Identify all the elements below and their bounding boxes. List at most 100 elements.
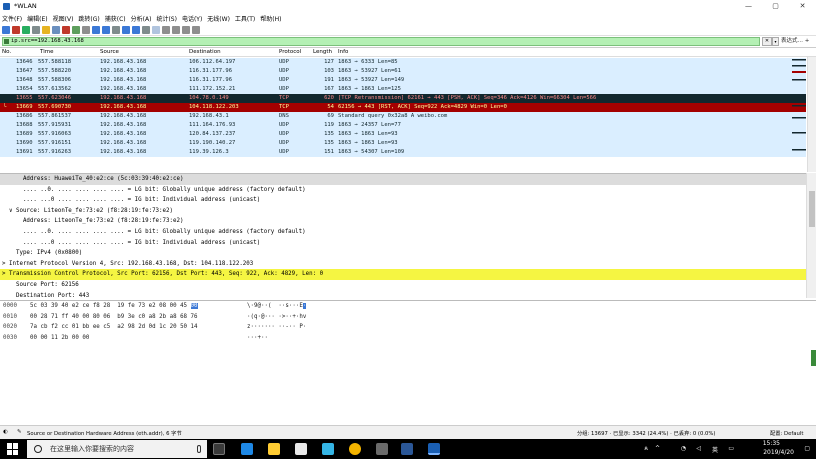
detail-tree-item[interactable]: Type: IPv4 (0x0800) (0, 248, 806, 259)
menu-go[interactable]: 跳转(G) (78, 14, 99, 23)
side-tab[interactable] (811, 350, 816, 366)
media-app-icon[interactable] (376, 443, 388, 455)
people-icon[interactable]: ጰ (644, 445, 648, 453)
word-icon[interactable] (401, 443, 413, 455)
hex-bytes[interactable]: 00 00 11 2b 00 00 (30, 333, 89, 344)
find-packet-icon[interactable] (82, 25, 90, 34)
file-explorer-icon[interactable] (268, 443, 280, 455)
menu-tools[interactable]: 工具(T) (235, 14, 255, 23)
column-header-no[interactable]: No. (2, 49, 11, 55)
keyboard-icon[interactable]: ▭ (728, 445, 734, 452)
packet-row[interactable]: 13688 557.915931 192.168.43.168 111.164.176… (0, 121, 806, 130)
filter-history-dropdown[interactable]: ▾ (772, 37, 779, 46)
column-header-time[interactable]: Time (40, 49, 53, 55)
resize-columns-icon[interactable] (192, 25, 200, 34)
details-scrollbar[interactable] (806, 173, 816, 298)
start-capture-icon[interactable] (2, 25, 10, 34)
notifications-icon[interactable]: ▢ (804, 445, 810, 452)
detail-tree-item[interactable]: Source Port: 62156 (0, 280, 806, 291)
network-icon[interactable]: ◔ (681, 445, 686, 452)
hex-bytes[interactable]: 7a cb f2 cc 01 bb ee c5 a2 98 2d 0d 1c 2… (30, 322, 198, 333)
zoom-in-icon[interactable] (162, 25, 170, 34)
hex-ascii[interactable]: ···+·· (247, 333, 268, 344)
volume-icon[interactable]: ◁ (696, 445, 701, 452)
hex-ascii[interactable]: \·9@··( ··s···E· (247, 301, 307, 312)
hex-bytes[interactable]: 00 28 71 ff 40 00 80 06 b9 3e c0 a8 2b a… (30, 312, 198, 323)
maximize-button[interactable]: ▢ (762, 0, 789, 12)
start-button[interactable] (7, 443, 19, 455)
detail-tree-item[interactable]: > Transmission Control Protocol, Src Por… (0, 269, 806, 280)
column-header-protocol[interactable]: Protocol (279, 49, 301, 55)
detail-tree-item[interactable]: .... ...0 .... .... .... .... = IG bit: … (0, 195, 806, 206)
packet-row[interactable]: 13655 557.623046 192.168.43.168 104.78.0.14… (0, 94, 806, 103)
store-icon[interactable] (295, 443, 307, 455)
go-to-packet-icon[interactable] (112, 25, 120, 34)
close-button[interactable]: ✕ (789, 0, 816, 12)
packet-row[interactable]: 13691 557.916263 192.168.43.168 119.39.126.… (0, 148, 806, 157)
restart-capture-icon[interactable] (22, 25, 30, 34)
packet-row[interactable]: 13686 557.861537 192.168.43.168 192.168.43.… (0, 112, 806, 121)
hex-ascii[interactable]: z······· ··-·· P· (247, 322, 306, 333)
hex-bytes[interactable]: 5c 03 39 40 e2 ce f8 28 19 fe 73 e2 08 0… (30, 301, 198, 312)
clock-time[interactable]: 15:35 (763, 440, 780, 447)
colorize-icon[interactable] (152, 25, 160, 34)
taskbar-search-box[interactable]: 在这里输入你要搜索的内容 (27, 440, 207, 458)
detail-tree-item[interactable]: Address: LiteonTe_fe:73:e2 (f8:28:19:fe:… (0, 216, 806, 227)
detail-tree-item[interactable]: .... ...0 .... .... .... .... = IG bit: … (0, 238, 806, 249)
task-view-icon[interactable] (213, 443, 225, 455)
zoom-out-icon[interactable] (172, 25, 180, 34)
column-header-info[interactable]: Info (338, 49, 348, 55)
stop-capture-icon[interactable] (12, 25, 20, 34)
chrome-icon[interactable] (349, 443, 361, 455)
first-packet-icon[interactable] (122, 25, 130, 34)
column-header-destination[interactable]: Destination (189, 49, 221, 55)
menu-telephony[interactable]: 电话(Y) (182, 14, 202, 23)
expert-info-icon[interactable]: ◐ (3, 429, 8, 435)
detail-tree-item[interactable]: Address: HuaweiTe_40:e2:ce (5c:03:39:40:… (0, 174, 806, 185)
menu-file[interactable]: 文件(F) (2, 14, 22, 23)
menu-wireless[interactable]: 无线(W) (207, 14, 230, 23)
capture-comment-icon[interactable]: ✎ (17, 429, 21, 435)
menu-view[interactable]: 视图(V) (53, 14, 74, 23)
menu-capture[interactable]: 捕获(C) (105, 14, 126, 23)
detail-tree-item[interactable]: .... ..0. .... .... .... .... = LG bit: … (0, 185, 806, 196)
microphone-icon[interactable] (197, 445, 201, 453)
packet-row[interactable]: 13669 557.690730 192.168.43.168 104.118.122… (0, 103, 806, 112)
packet-row[interactable]: 13689 557.916063 192.168.43.168 120.84.137.… (0, 130, 806, 139)
hex-ascii[interactable]: ·(q·@··· ·>··+·hv (247, 312, 306, 323)
ime-mode[interactable]: 英 (712, 445, 718, 454)
packet-list-scrollbar[interactable] (807, 57, 816, 172)
save-file-icon[interactable] (52, 25, 60, 34)
go-back-icon[interactable] (92, 25, 100, 34)
display-filter-input[interactable]: ip.src==192.168.43.168 (2, 37, 760, 46)
packet-row[interactable]: 13647 557.588220 192.168.43.168 116.31.177.… (0, 67, 806, 76)
edge-icon[interactable] (241, 443, 253, 455)
wireshark-taskbar-icon[interactable] (428, 443, 440, 455)
details-scroll-thumb[interactable] (809, 191, 815, 227)
status-profile[interactable]: 配置: Default (770, 429, 803, 437)
packet-row[interactable]: 13690 557.916151 192.168.43.168 119.190.140… (0, 139, 806, 148)
packet-minimap[interactable] (792, 57, 806, 167)
detail-tree-item[interactable]: .... ..0. .... .... .... .... = LG bit: … (0, 227, 806, 238)
show-hidden-icons[interactable]: ^ (655, 445, 660, 452)
normal-size-icon[interactable] (182, 25, 190, 34)
expression-button[interactable]: 表达式… + (781, 37, 815, 46)
close-file-icon[interactable] (62, 25, 70, 34)
packet-row[interactable]: 13648 557.588306 192.168.43.168 116.31.177.… (0, 76, 806, 85)
open-file-icon[interactable] (42, 25, 50, 34)
reload-icon[interactable] (72, 25, 80, 34)
detail-tree-item[interactable]: > Internet Protocol Version 4, Src: 192.… (0, 259, 806, 270)
column-header-length[interactable]: Length (313, 49, 332, 55)
chat-app-icon[interactable] (322, 443, 334, 455)
add-filter-button[interactable]: + (805, 38, 810, 44)
minimize-button[interactable]: — (735, 0, 762, 12)
menu-analyze[interactable]: 分析(A) (131, 14, 152, 23)
menu-edit[interactable]: 编辑(E) (27, 14, 47, 23)
autoscroll-icon[interactable] (142, 25, 150, 34)
clock-date[interactable]: 2019/4/20 (763, 449, 794, 456)
menu-help[interactable]: 帮助(H) (260, 14, 281, 23)
capture-options-icon[interactable] (32, 25, 40, 34)
go-forward-icon[interactable] (102, 25, 110, 34)
column-header-source[interactable]: Source (100, 49, 119, 55)
packet-row[interactable]: 13646 557.588118 192.168.43.168 106.112.64.… (0, 58, 806, 67)
